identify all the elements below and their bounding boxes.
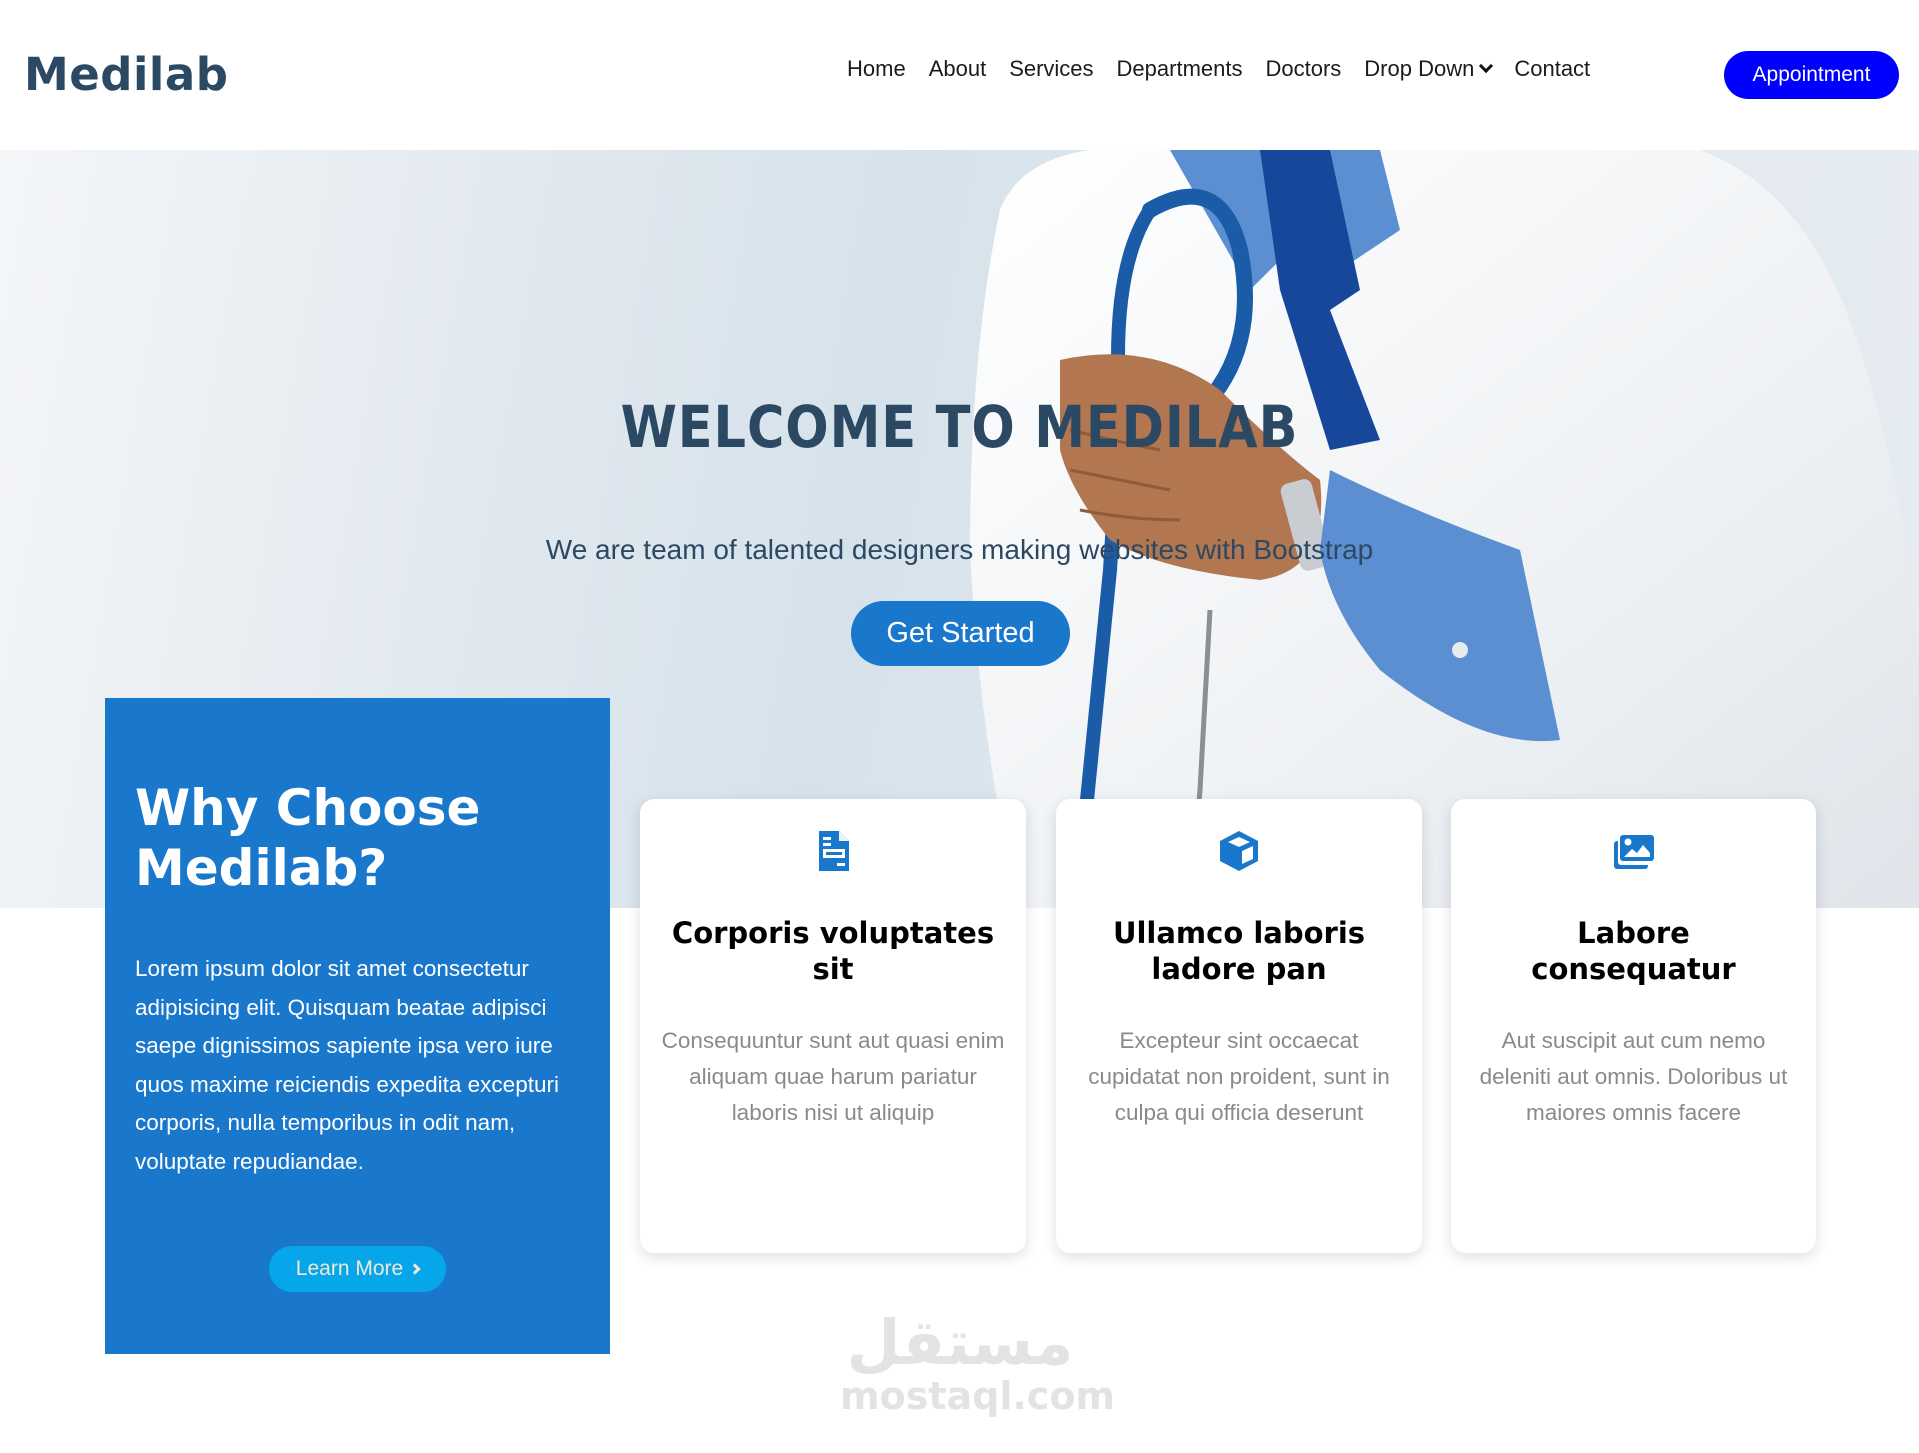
why-choose-box: Why Choose Medilab? Lorem ipsum dolor si… <box>105 698 610 1354</box>
appointment-button[interactable]: Appointment <box>1724 51 1899 99</box>
watermark-arabic: مستقل <box>846 1306 1074 1379</box>
chevron-right-icon <box>409 1263 421 1275</box>
why-title: Why Choose Medilab? <box>135 779 481 897</box>
nav-services[interactable]: Services <box>1009 56 1093 82</box>
card-title: Labore consequatur <box>1531 916 1736 986</box>
nav-doctors[interactable]: Doctors <box>1266 56 1342 82</box>
get-started-button[interactable]: Get Started <box>851 601 1070 666</box>
document-icon <box>819 831 849 871</box>
feature-card: Corporis voluptates sit Consequuntur sun… <box>640 799 1026 1253</box>
feature-card: Labore consequatur Aut suscipit aut cum … <box>1451 799 1816 1253</box>
watermark-latin: mostaql.com <box>840 1374 1116 1418</box>
nav-dropdown[interactable]: Drop Down <box>1364 56 1494 82</box>
card-text: Consequuntur sunt aut quasi enim aliquam… <box>661 1028 1005 1125</box>
hero-title: WELCOME TO MEDILAB <box>620 393 1299 461</box>
mostaql-watermark: مستقل mostaql.com <box>840 1306 1116 1418</box>
feature-card: Ullamco laboris ladore pan Excepteur sin… <box>1056 799 1422 1253</box>
chevron-down-icon <box>1479 58 1494 74</box>
card-title: Ullamco laboris ladore pan <box>1112 916 1366 986</box>
learn-more-label: Learn More <box>295 1257 404 1280</box>
card-text: Excepteur sint occaecat cupidatat non pr… <box>1088 1028 1390 1125</box>
learn-more-button[interactable]: Learn More <box>269 1246 446 1292</box>
doctor-hero-image <box>970 150 1919 908</box>
images-icon <box>1613 835 1654 869</box>
nav-contact[interactable]: Contact <box>1514 56 1590 82</box>
nav-dropdown-label: Drop Down <box>1364 56 1475 81</box>
card-text: Aut suscipit aut cum nemo deleniti aut o… <box>1479 1028 1788 1125</box>
hero-subtitle: We are team of talented designers making… <box>545 534 1374 565</box>
site-logo[interactable]: Medilab <box>24 48 228 101</box>
card-title: Corporis voluptates sit <box>671 916 995 986</box>
cube-icon <box>1220 831 1258 871</box>
main-nav: Home About Services Departments Doctors … <box>847 56 1613 82</box>
site-header: Medilab Home About Services Departments … <box>0 0 1919 150</box>
nav-home[interactable]: Home <box>847 56 906 82</box>
nav-departments[interactable]: Departments <box>1117 56 1243 82</box>
why-text: Lorem ipsum dolor sit amet consectetur a… <box>135 956 559 1174</box>
nav-about[interactable]: About <box>929 56 987 82</box>
